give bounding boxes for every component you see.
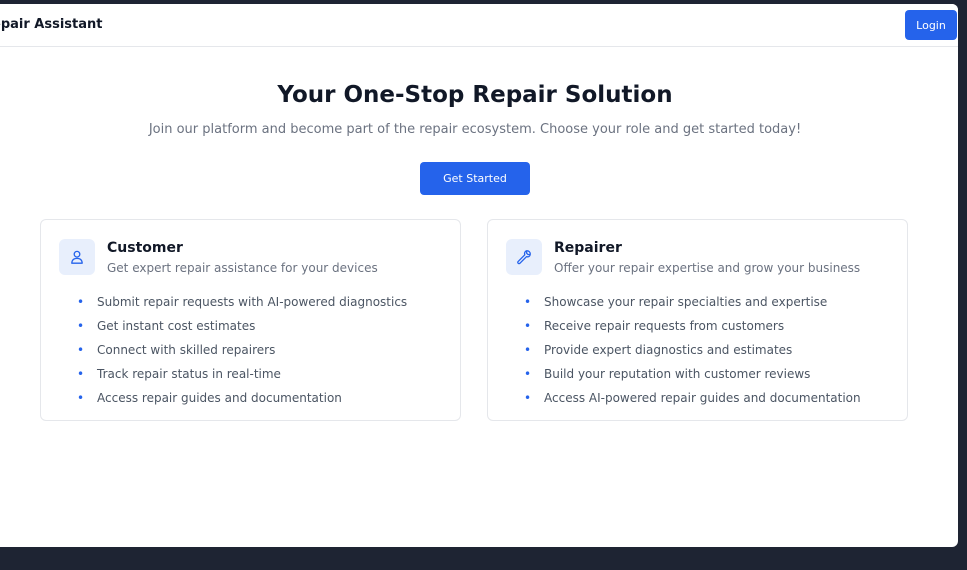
feature-text: Provide expert diagnostics and estimates	[544, 343, 793, 357]
bullet-icon: •	[77, 367, 85, 381]
brand-title: epair Assistant	[0, 17, 103, 32]
card-title: Repairer	[554, 240, 622, 256]
list-item: • Build your reputation with customer rev…	[524, 362, 861, 386]
feature-list: • Submit repair requests with AI-powered …	[77, 290, 407, 410]
list-item: • Showcase your repair specialties and ex…	[524, 290, 861, 314]
bullet-icon: •	[77, 391, 85, 405]
login-button[interactable]: Login	[905, 10, 957, 40]
hero-title: Your One-Stop Repair Solution	[277, 82, 673, 108]
feature-text: Get instant cost estimates	[97, 319, 256, 333]
feature-list: • Showcase your repair specialties and ex…	[524, 290, 861, 410]
bullet-icon: •	[524, 391, 532, 405]
feature-text: Connect with skilled repairers	[97, 343, 276, 357]
list-item: • Access AI-powered repair guides and doc…	[524, 386, 861, 410]
feature-text: Track repair status in real-time	[97, 367, 281, 381]
feature-text: Access repair guides and documentation	[97, 391, 342, 405]
list-item: • Receive repair requests from customers	[524, 314, 861, 338]
feature-text: Access AI-powered repair guides and docu…	[544, 391, 861, 405]
card-title: Customer	[107, 240, 183, 256]
feature-text: Showcase your repair specialties and exp…	[544, 295, 828, 309]
feature-text: Build your reputation with customer revi…	[544, 367, 811, 381]
card-subtitle: Get expert repair assistance for your de…	[107, 261, 378, 275]
list-item: • Get instant cost estimates	[77, 314, 407, 338]
list-item: • Access repair guides and documentation	[77, 386, 407, 410]
get-started-button[interactable]: Get Started	[420, 162, 530, 195]
list-item: • Submit repair requests with AI-powered …	[77, 290, 407, 314]
bullet-icon: •	[77, 319, 85, 333]
user-icon	[59, 239, 95, 275]
bullet-icon: •	[77, 295, 85, 309]
card-subtitle: Offer your repair expertise and grow you…	[554, 261, 861, 275]
list-item: • Track repair status in real-time	[77, 362, 407, 386]
feature-text: Submit repair requests with AI-powered d…	[97, 295, 408, 309]
repairer-role-card[interactable]: Repairer Offer your repair expertise and…	[487, 219, 908, 421]
bullet-icon: •	[524, 295, 532, 309]
bullet-icon: •	[77, 343, 85, 357]
app-window: epair Assistant Login Your One-Stop Repa…	[0, 4, 958, 547]
feature-text: Receive repair requests from customers	[544, 319, 785, 333]
list-item: • Connect with skilled repairers	[77, 338, 407, 362]
list-item: • Provide expert diagnostics and estimate…	[524, 338, 861, 362]
bullet-icon: •	[524, 343, 532, 357]
bullet-icon: •	[524, 367, 532, 381]
wrench-icon	[506, 239, 542, 275]
customer-role-card[interactable]: Customer Get expert repair assistance fo…	[40, 219, 461, 421]
top-navbar: epair Assistant Login	[0, 4, 958, 47]
hero-subtitle: Join our platform and become part of the…	[148, 122, 802, 137]
bullet-icon: •	[524, 319, 532, 333]
